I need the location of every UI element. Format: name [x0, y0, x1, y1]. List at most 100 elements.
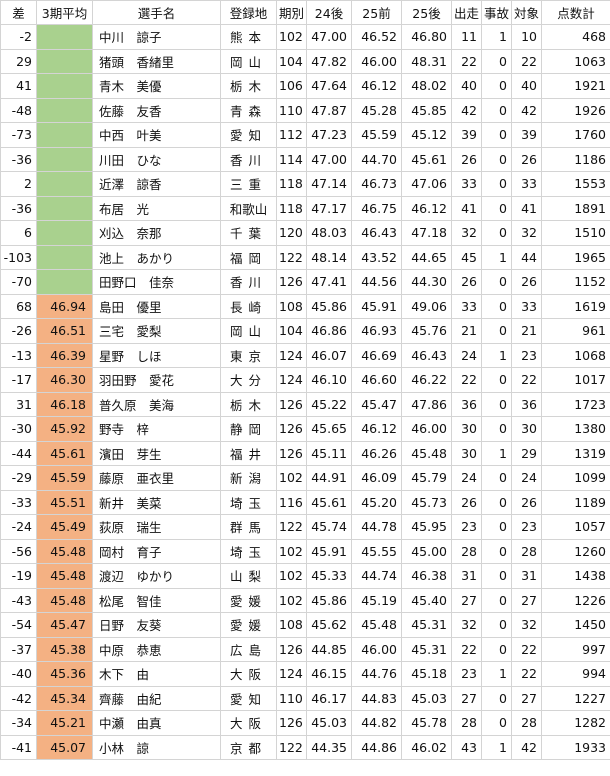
cell-25-late[interactable]: 45.12: [401, 122, 452, 148]
cell-term[interactable]: 126: [276, 269, 307, 295]
cell-diff[interactable]: 68: [0, 293, 37, 319]
cell-diff[interactable]: 29: [0, 48, 37, 74]
cell-registration[interactable]: 長崎: [220, 293, 277, 319]
cell-starts[interactable]: 43: [451, 734, 482, 760]
cell-25-early[interactable]: 45.47: [351, 391, 402, 417]
cell-diff[interactable]: -24: [0, 514, 37, 540]
cell-3term-average[interactable]: 45.34: [36, 685, 93, 711]
cell-25-late[interactable]: 45.73: [401, 489, 452, 515]
cell-player-name[interactable]: 中瀬 由真: [92, 710, 221, 736]
cell-accidents[interactable]: 0: [481, 587, 512, 613]
cell-3term-average[interactable]: 45.51: [36, 489, 93, 515]
cell-starts[interactable]: 30: [451, 440, 482, 466]
cell-points-total[interactable]: 1063: [541, 48, 610, 74]
cell-player-name[interactable]: 日野 友葵: [92, 612, 221, 638]
cell-target[interactable]: 27: [511, 685, 542, 711]
cell-diff[interactable]: 2: [0, 171, 37, 197]
cell-term[interactable]: 124: [276, 342, 307, 368]
cell-starts[interactable]: 22: [451, 636, 482, 662]
cell-25-early[interactable]: 44.56: [351, 269, 402, 295]
cell-points-total[interactable]: 1926: [541, 97, 610, 123]
cell-25-early[interactable]: 46.26: [351, 440, 402, 466]
cell-24-late[interactable]: 45.86: [306, 293, 352, 319]
cell-term[interactable]: 126: [276, 391, 307, 417]
cell-24-late[interactable]: 46.86: [306, 318, 352, 344]
cell-24-late[interactable]: 45.74: [306, 514, 352, 540]
cell-25-early[interactable]: 45.48: [351, 612, 402, 638]
cell-24-late[interactable]: 48.14: [306, 244, 352, 270]
cell-target[interactable]: 30: [511, 416, 542, 442]
cell-starts[interactable]: 26: [451, 489, 482, 515]
header-player-name[interactable]: 選手名: [92, 0, 221, 25]
header-target[interactable]: 対象: [511, 0, 542, 25]
cell-25-early[interactable]: 45.55: [351, 538, 402, 564]
cell-starts[interactable]: 24: [451, 465, 482, 491]
cell-target[interactable]: 40: [511, 73, 542, 99]
cell-term[interactable]: 122: [276, 244, 307, 270]
cell-term[interactable]: 102: [276, 587, 307, 613]
cell-25-early[interactable]: 44.76: [351, 661, 402, 687]
cell-target[interactable]: 32: [511, 220, 542, 246]
cell-player-name[interactable]: 猪頭 香緒里: [92, 48, 221, 74]
cell-points-total[interactable]: 1186: [541, 146, 610, 172]
cell-25-late[interactable]: 48.31: [401, 48, 452, 74]
cell-player-name[interactable]: 川田 ひな: [92, 146, 221, 172]
cell-3term-average[interactable]: 45.36: [36, 661, 93, 687]
cell-points-total[interactable]: 1189: [541, 489, 610, 515]
cell-diff[interactable]: -36: [0, 195, 37, 221]
cell-starts[interactable]: 39: [451, 122, 482, 148]
cell-player-name[interactable]: 島田 優里: [92, 293, 221, 319]
cell-player-name[interactable]: 木下 由: [92, 661, 221, 687]
cell-diff[interactable]: -70: [0, 269, 37, 295]
cell-25-late[interactable]: 45.48: [401, 440, 452, 466]
cell-registration[interactable]: 熊本: [220, 24, 277, 50]
cell-25-late[interactable]: 46.12: [401, 195, 452, 221]
cell-points-total[interactable]: 997: [541, 636, 610, 662]
cell-accidents[interactable]: 0: [481, 48, 512, 74]
cell-term[interactable]: 118: [276, 171, 307, 197]
cell-accidents[interactable]: 0: [481, 636, 512, 662]
cell-accidents[interactable]: 0: [481, 171, 512, 197]
cell-25-early[interactable]: 46.00: [351, 636, 402, 662]
cell-24-late[interactable]: 48.03: [306, 220, 352, 246]
cell-accidents[interactable]: 0: [481, 220, 512, 246]
cell-registration[interactable]: 群馬: [220, 514, 277, 540]
cell-25-late[interactable]: 47.06: [401, 171, 452, 197]
cell-points-total[interactable]: 1438: [541, 563, 610, 589]
header-25-early[interactable]: 25前: [351, 0, 402, 25]
cell-starts[interactable]: 11: [451, 24, 482, 50]
cell-registration[interactable]: 愛媛: [220, 587, 277, 613]
cell-diff[interactable]: -44: [0, 440, 37, 466]
cell-3term-average[interactable]: [36, 146, 93, 172]
cell-player-name[interactable]: 小林 諒: [92, 734, 221, 760]
cell-starts[interactable]: 23: [451, 661, 482, 687]
cell-points-total[interactable]: 1619: [541, 293, 610, 319]
cell-target[interactable]: 39: [511, 122, 542, 148]
cell-accidents[interactable]: 0: [481, 146, 512, 172]
cell-24-late[interactable]: 44.85: [306, 636, 352, 662]
cell-25-early[interactable]: 44.78: [351, 514, 402, 540]
header-points-total[interactable]: 点数計: [541, 0, 610, 25]
cell-diff[interactable]: -54: [0, 612, 37, 638]
cell-diff[interactable]: -43: [0, 587, 37, 613]
cell-registration[interactable]: 大分: [220, 367, 277, 393]
cell-starts[interactable]: 28: [451, 710, 482, 736]
cell-24-late[interactable]: 47.87: [306, 97, 352, 123]
cell-25-early[interactable]: 46.69: [351, 342, 402, 368]
cell-24-late[interactable]: 45.03: [306, 710, 352, 736]
cell-24-late[interactable]: 44.35: [306, 734, 352, 760]
cell-diff[interactable]: -34: [0, 710, 37, 736]
cell-accidents[interactable]: 0: [481, 416, 512, 442]
cell-registration[interactable]: 栃木: [220, 391, 277, 417]
cell-target[interactable]: 22: [511, 367, 542, 393]
cell-player-name[interactable]: 三宅 愛梨: [92, 318, 221, 344]
cell-starts[interactable]: 42: [451, 97, 482, 123]
cell-registration[interactable]: 山梨: [220, 563, 277, 589]
cell-accidents[interactable]: 1: [481, 661, 512, 687]
cell-accidents[interactable]: 0: [481, 612, 512, 638]
cell-registration[interactable]: 広島: [220, 636, 277, 662]
cell-24-late[interactable]: 44.91: [306, 465, 352, 491]
cell-25-early[interactable]: 43.52: [351, 244, 402, 270]
cell-starts[interactable]: 30: [451, 416, 482, 442]
cell-player-name[interactable]: 池上 あかり: [92, 244, 221, 270]
